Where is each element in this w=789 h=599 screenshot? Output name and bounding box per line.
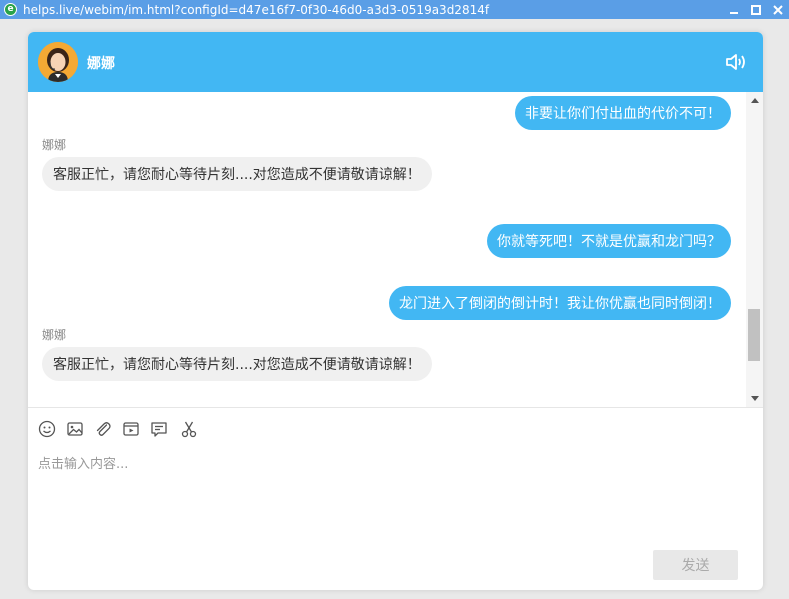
screenshot-scissors-icon xyxy=(181,421,197,438)
message-sender: 娜娜 xyxy=(42,138,67,152)
window-controls xyxy=(723,0,789,19)
send-button[interactable]: 发送 xyxy=(653,550,738,580)
image-button[interactable] xyxy=(66,420,84,438)
close-icon xyxy=(773,4,783,15)
window-url: helps.live/webim/im.html?configId=d47e16… xyxy=(23,2,490,17)
minimize-button[interactable] xyxy=(723,0,745,19)
message-sender: 娜娜 xyxy=(42,328,67,342)
message-input[interactable] xyxy=(38,453,748,563)
attachment-icon xyxy=(96,422,111,436)
maximize-icon xyxy=(751,4,761,15)
composer-toolbar xyxy=(28,407,763,449)
scroll-up-button[interactable] xyxy=(746,92,763,108)
scroll-down-arrow-icon xyxy=(750,396,759,401)
video-icon xyxy=(123,422,139,436)
maximize-button[interactable] xyxy=(745,0,767,19)
scroll-down-button[interactable] xyxy=(746,391,763,407)
sound-toggle-button[interactable] xyxy=(725,52,747,72)
agent-avatar-icon xyxy=(38,42,78,82)
chat-header: 娜娜 xyxy=(28,32,763,92)
attachment-button[interactable] xyxy=(94,420,112,438)
message-bubble-outgoing: 非要让你们付出血的代价不可！ xyxy=(515,96,731,130)
browser-app-icon: e xyxy=(4,3,17,16)
scrollbar-thumb[interactable] xyxy=(748,309,760,361)
browser-title-bar: e helps.live/webim/im.html?configId=d47e… xyxy=(0,0,789,19)
speaker-icon xyxy=(726,54,745,70)
form-button[interactable] xyxy=(150,420,168,438)
message-bubble-outgoing: 你就等死吧！不就是优赢和龙门吗？ xyxy=(487,224,731,258)
close-button[interactable] xyxy=(767,0,789,19)
emoji-icon xyxy=(38,420,56,438)
chat-window: 娜娜 非要让你们付出血的代价不可！ 娜娜 客服正忙，请您耐心等待片刻....对您… xyxy=(28,32,763,590)
message-bubble-outgoing: 龙门进入了倒闭的倒计时！我让你优赢也同时倒闭！ xyxy=(389,286,731,320)
screenshot-button[interactable] xyxy=(180,420,198,438)
form-icon xyxy=(151,422,167,437)
scroll-up-arrow-icon xyxy=(750,98,759,103)
video-button[interactable] xyxy=(122,420,140,438)
agent-avatar xyxy=(38,42,78,82)
minimize-icon xyxy=(730,11,738,14)
message-bubble-incoming: 客服正忙，请您耐心等待片刻....对您造成不便请敬请谅解！ xyxy=(42,347,432,381)
image-icon xyxy=(67,422,83,436)
message-list[interactable]: 非要让你们付出血的代价不可！ 娜娜 客服正忙，请您耐心等待片刻....对您造成不… xyxy=(28,92,746,407)
message-scrollbar[interactable] xyxy=(746,92,763,407)
emoji-button[interactable] xyxy=(38,420,56,438)
agent-name: 娜娜 xyxy=(87,56,115,72)
message-bubble-incoming: 客服正忙，请您耐心等待片刻....对您造成不便请敬请谅解！ xyxy=(42,157,432,191)
